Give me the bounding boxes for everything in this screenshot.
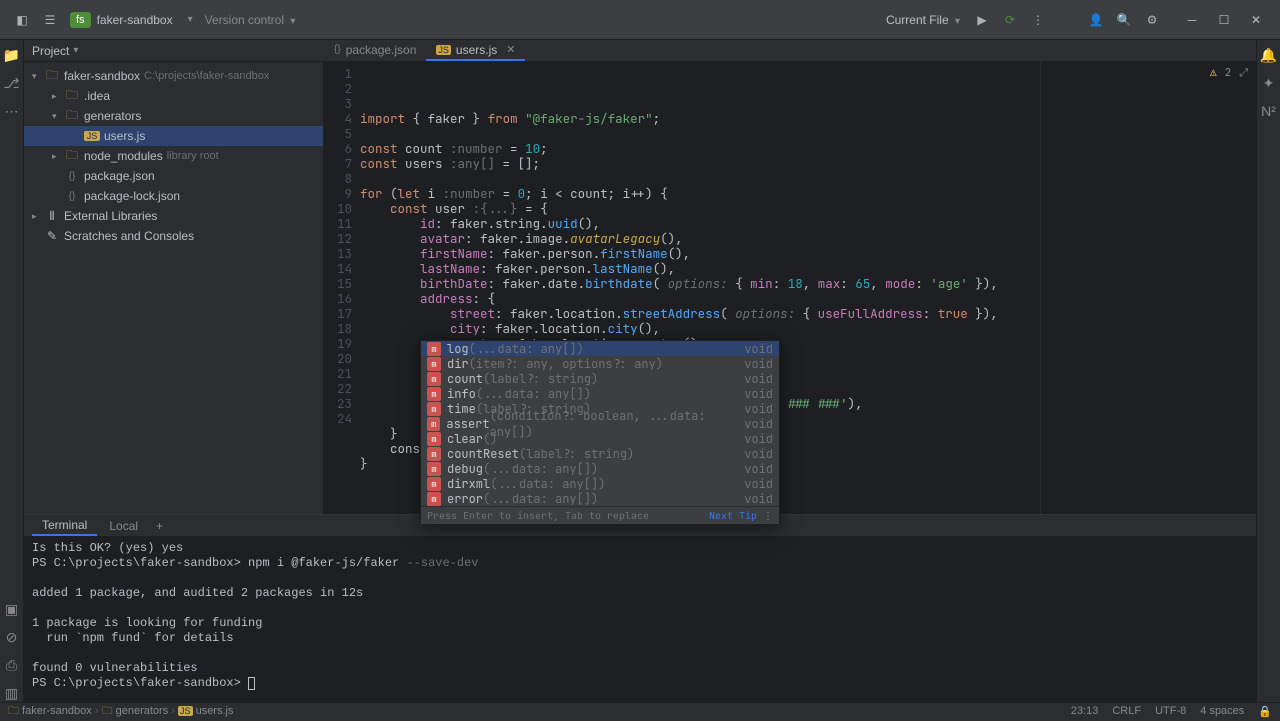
- tree-item-scratches-and-consoles[interactable]: ✎Scratches and Consoles: [24, 226, 323, 246]
- file-encoding[interactable]: UTF-8: [1155, 705, 1186, 718]
- tree-item-faker-sandbox[interactable]: ▾🗀faker-sandboxC:\projects\faker-sandbox: [24, 66, 323, 86]
- close-tab-icon[interactable]: ✕: [506, 43, 515, 56]
- warning-count: 2: [1225, 66, 1232, 81]
- tab-package-json[interactable]: {}package.json: [324, 40, 426, 61]
- caret-position[interactable]: 23:13: [1071, 705, 1099, 718]
- gutter: 123456789101112131415161718192021222324: [324, 62, 360, 514]
- terminal-tool-icon[interactable]: ▣: [3, 600, 21, 618]
- tree-item-package-lock-json[interactable]: {}package-lock.json: [24, 186, 323, 206]
- left-tool-strip: 📁 ⎇ ⋯ ▣ ⊘ ⎙ ▥: [0, 40, 24, 702]
- app-icon[interactable]: ◧: [10, 8, 34, 32]
- problems-tool-icon[interactable]: ⊘: [3, 628, 21, 646]
- code-line-13[interactable]: address: {: [360, 291, 1256, 306]
- ai-tool-icon[interactable]: ✦: [1260, 74, 1278, 92]
- completion-more-icon[interactable]: ⋮: [763, 509, 773, 522]
- warning-icon[interactable]: ⚠: [1210, 66, 1217, 81]
- database-tool-icon[interactable]: N²: [1260, 102, 1278, 120]
- project-badge: fs: [70, 12, 91, 28]
- project-name[interactable]: faker-sandbox: [97, 13, 173, 27]
- terminal-tab-terminal[interactable]: Terminal: [32, 516, 97, 536]
- tree-item-node-modules[interactable]: ▸🗀node_moduleslibrary root: [24, 146, 323, 166]
- right-margin-line: [1040, 62, 1041, 514]
- project-tree[interactable]: ▾🗀faker-sandboxC:\projects\faker-sandbox…: [24, 62, 324, 514]
- completion-item-log[interactable]: mlog(...data: any[])void: [421, 341, 779, 356]
- close-button[interactable]: ✕: [1240, 8, 1272, 32]
- tab-users-js[interactable]: JSusers.js✕: [426, 40, 525, 61]
- completion-item-assert[interactable]: massert(condition?: boolean, ...data: an…: [421, 416, 779, 431]
- project-title: Project: [32, 44, 69, 58]
- code-line-3[interactable]: const count :number = 10;: [360, 141, 1256, 156]
- settings-icon[interactable]: ⚙: [1140, 8, 1164, 32]
- completion-item-info[interactable]: minfo(...data: any[])void: [421, 386, 779, 401]
- code-line-4[interactable]: const users :any[] = [];: [360, 156, 1256, 171]
- editor-tabs: {}package.jsonJSusers.js✕: [324, 40, 1256, 62]
- commit-tool-icon[interactable]: ⎇: [3, 74, 21, 92]
- editor-indicators[interactable]: ⚠ 2 ⤢: [1210, 66, 1248, 81]
- indent-setting[interactable]: 4 spaces: [1200, 705, 1244, 718]
- project-tool-icon[interactable]: 📁: [3, 46, 21, 64]
- code-line-14[interactable]: street: faker.location.streetAddress( op…: [360, 306, 1256, 321]
- terminal-panel: TerminalLocal+ Is this OK? (yes) yes PS …: [24, 514, 1256, 702]
- code-line-12[interactable]: birthDate: faker.date.birthdate( options…: [360, 276, 1256, 291]
- notifications-tool-icon[interactable]: 🔔: [1260, 46, 1278, 64]
- completion-item-error[interactable]: merror(...data: any[])void: [421, 491, 779, 506]
- expand-icon[interactable]: ⤢: [1239, 66, 1248, 81]
- window-controls: ─ ☐ ✕: [1176, 8, 1272, 32]
- titlebar: ◧ ☰ fs faker-sandbox ▾ Version control ▾…: [0, 0, 1280, 40]
- code-line-11[interactable]: lastName: faker.person.lastName(),: [360, 261, 1256, 276]
- code-line-15[interactable]: city: faker.location.city(),: [360, 321, 1256, 336]
- code-line-7[interactable]: const user :{...} = {: [360, 201, 1256, 216]
- completion-hint: Press Enter to insert, Tab to replace: [427, 509, 649, 522]
- maximize-button[interactable]: ☐: [1208, 8, 1240, 32]
- search-icon[interactable]: 🔍: [1112, 8, 1136, 32]
- tree-item-package-json[interactable]: {}package.json: [24, 166, 323, 186]
- run-icon[interactable]: ▶: [970, 8, 994, 32]
- completion-item-countReset[interactable]: mcountReset(label?: string)void: [421, 446, 779, 461]
- code-with-me-icon[interactable]: 👤: [1084, 8, 1108, 32]
- new-terminal-icon[interactable]: +: [150, 519, 169, 533]
- terminal-tab-local[interactable]: Local: [99, 517, 148, 535]
- tree-item-users-js[interactable]: JSusers.js: [24, 126, 323, 146]
- completion-item-dirxml[interactable]: mdirxml(...data: any[])void: [421, 476, 779, 491]
- code-line-5[interactable]: [360, 171, 1256, 186]
- terminal-body[interactable]: Is this OK? (yes) yes PS C:\projects\fak…: [24, 537, 1256, 702]
- chevron-down-icon[interactable]: ▾: [188, 14, 193, 25]
- project-tool-header: Project ▾: [24, 40, 324, 62]
- tree-item--idea[interactable]: ▸🗀.idea: [24, 86, 323, 106]
- right-tool-strip: 🔔 ✦ N²: [1256, 40, 1280, 702]
- tree-item-generators[interactable]: ▾🗀generators: [24, 106, 323, 126]
- code-line-6[interactable]: for (let i :number = 0; i < count; i++) …: [360, 186, 1256, 201]
- breadcrumb[interactable]: 🗀 faker-sandbox › 🗀 generators › JS user…: [8, 702, 233, 721]
- next-tip-link[interactable]: Next Tip: [709, 509, 757, 522]
- vcs-widget[interactable]: Version control ▾: [205, 13, 296, 27]
- minimize-button[interactable]: ─: [1176, 8, 1208, 32]
- code-line-2[interactable]: [360, 126, 1256, 141]
- run-config[interactable]: Current File ▾: [886, 13, 960, 27]
- completion-item-count[interactable]: mcount(label?: string)void: [421, 371, 779, 386]
- readonly-icon[interactable]: 🔒: [1258, 705, 1272, 718]
- code-line-10[interactable]: firstName: faker.person.firstName(),: [360, 246, 1256, 261]
- more-actions-icon[interactable]: ⋮: [1026, 8, 1050, 32]
- completion-item-dir[interactable]: mdir(item?: any, options?: any)void: [421, 356, 779, 371]
- completion-item-debug[interactable]: mdebug(...data: any[])void: [421, 461, 779, 476]
- code-line-8[interactable]: id: faker.string.uuid(),: [360, 216, 1256, 231]
- structure-tool-icon[interactable]: ⋯: [3, 102, 21, 120]
- completion-popup[interactable]: mlog(...data: any[])voidmdir(item?: any,…: [420, 340, 780, 525]
- status-bar: 🗀 faker-sandbox › 🗀 generators › JS user…: [0, 702, 1280, 720]
- code-line-9[interactable]: avatar: faker.image.avatarLegacy(),: [360, 231, 1256, 246]
- services-tool-icon[interactable]: ▥: [3, 684, 21, 702]
- chevron-down-icon[interactable]: ▾: [73, 45, 78, 56]
- git-tool-icon[interactable]: ⎙: [3, 656, 21, 674]
- tree-item-external-libraries[interactable]: ▸⫴External Libraries: [24, 206, 323, 226]
- code-line-1[interactable]: import { faker } from "@faker-js/faker";: [360, 111, 1256, 126]
- line-ending[interactable]: CRLF: [1112, 705, 1141, 718]
- debug-icon[interactable]: ⟳: [998, 8, 1022, 32]
- main-menu-icon[interactable]: ☰: [38, 8, 62, 32]
